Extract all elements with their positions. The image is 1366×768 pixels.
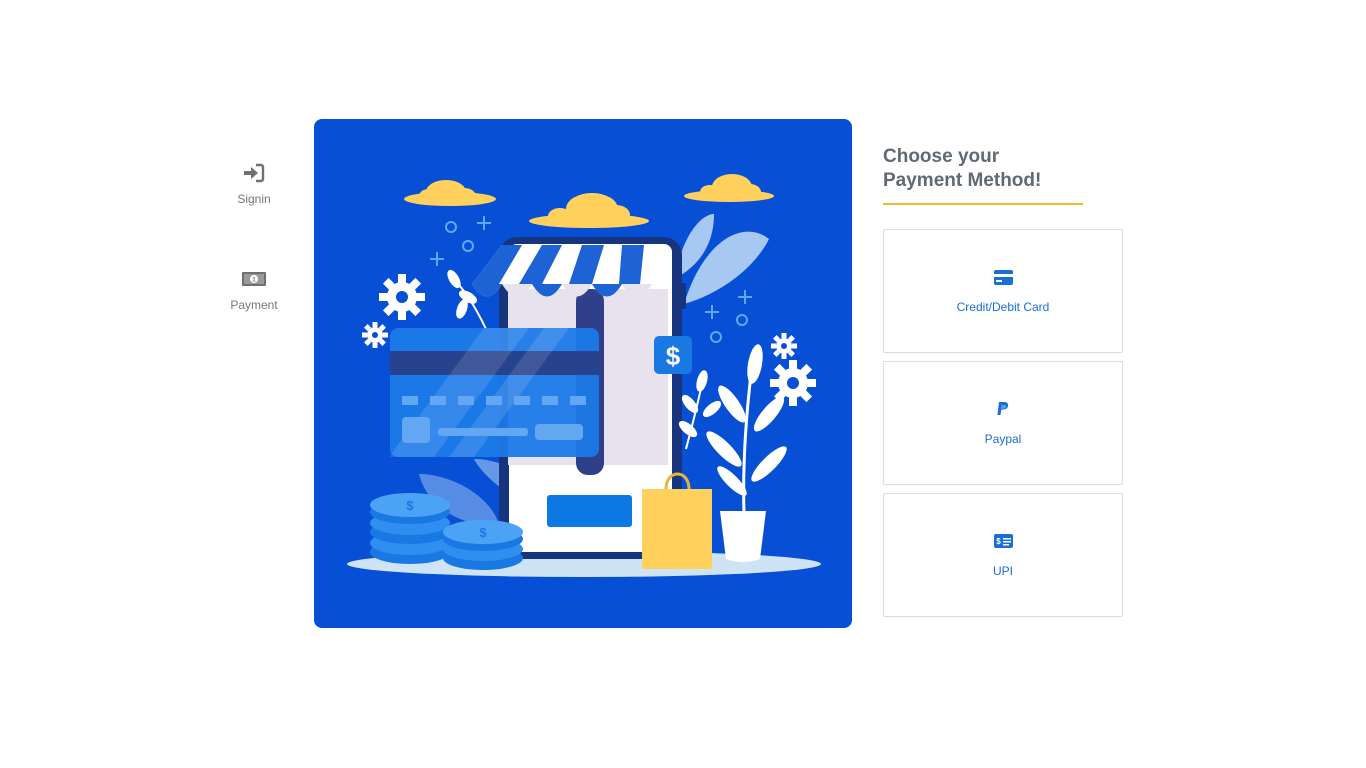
gear-icon — [362, 322, 388, 348]
payment-option-label: Credit/Debit Card — [956, 300, 1050, 314]
payment-method-list: Credit/Debit Card Paypal $ UPI — [883, 229, 1123, 617]
title-underline — [883, 203, 1083, 205]
money-check-icon: $ — [993, 532, 1013, 550]
payment-option-label: Paypal — [984, 432, 1022, 446]
potted-plant-icon — [706, 344, 787, 562]
dollar-tag-icon: $ — [654, 336, 692, 374]
svg-text:$: $ — [996, 537, 1001, 546]
sign-in-icon — [241, 160, 267, 186]
step-signin[interactable]: Signin — [214, 160, 294, 206]
money-bill-icon: 1 — [241, 266, 267, 292]
cloud-icon — [684, 174, 774, 202]
payment-option-upi[interactable]: $ UPI — [883, 493, 1123, 617]
gear-icon — [771, 333, 797, 359]
svg-text:$: $ — [479, 525, 487, 540]
cloud-icon — [529, 193, 649, 228]
page-title: Choose your Payment Method! — [883, 146, 1042, 191]
gear-icon — [379, 274, 425, 320]
payment-illustration: $ $ $ — [314, 119, 852, 628]
payment-page: Signin 1 Payment $ $ $ Choose your Payme… — [0, 0, 1366, 768]
payment-option-label: UPI — [992, 564, 1013, 578]
paypal-icon — [993, 400, 1013, 418]
step-nav: Signin 1 Payment — [214, 160, 294, 312]
cloud-icon — [404, 180, 496, 206]
payment-option-paypal[interactable]: Paypal — [883, 361, 1123, 485]
svg-text:$: $ — [406, 498, 414, 513]
credit-card-illustration — [389, 328, 599, 457]
payment-option-card[interactable]: Credit/Debit Card — [883, 229, 1123, 353]
credit-card-icon — [993, 268, 1013, 286]
step-payment[interactable]: 1 Payment — [214, 266, 294, 312]
coin-stack-icon: $ — [370, 493, 450, 564]
payment-method-panel: Choose your Payment Method! Credit/Debit… — [883, 145, 1123, 617]
coin-stack-icon: $ — [443, 520, 523, 570]
step-signin-label: Signin — [237, 192, 271, 206]
svg-text:$: $ — [666, 341, 681, 371]
step-payment-label: Payment — [230, 298, 278, 312]
